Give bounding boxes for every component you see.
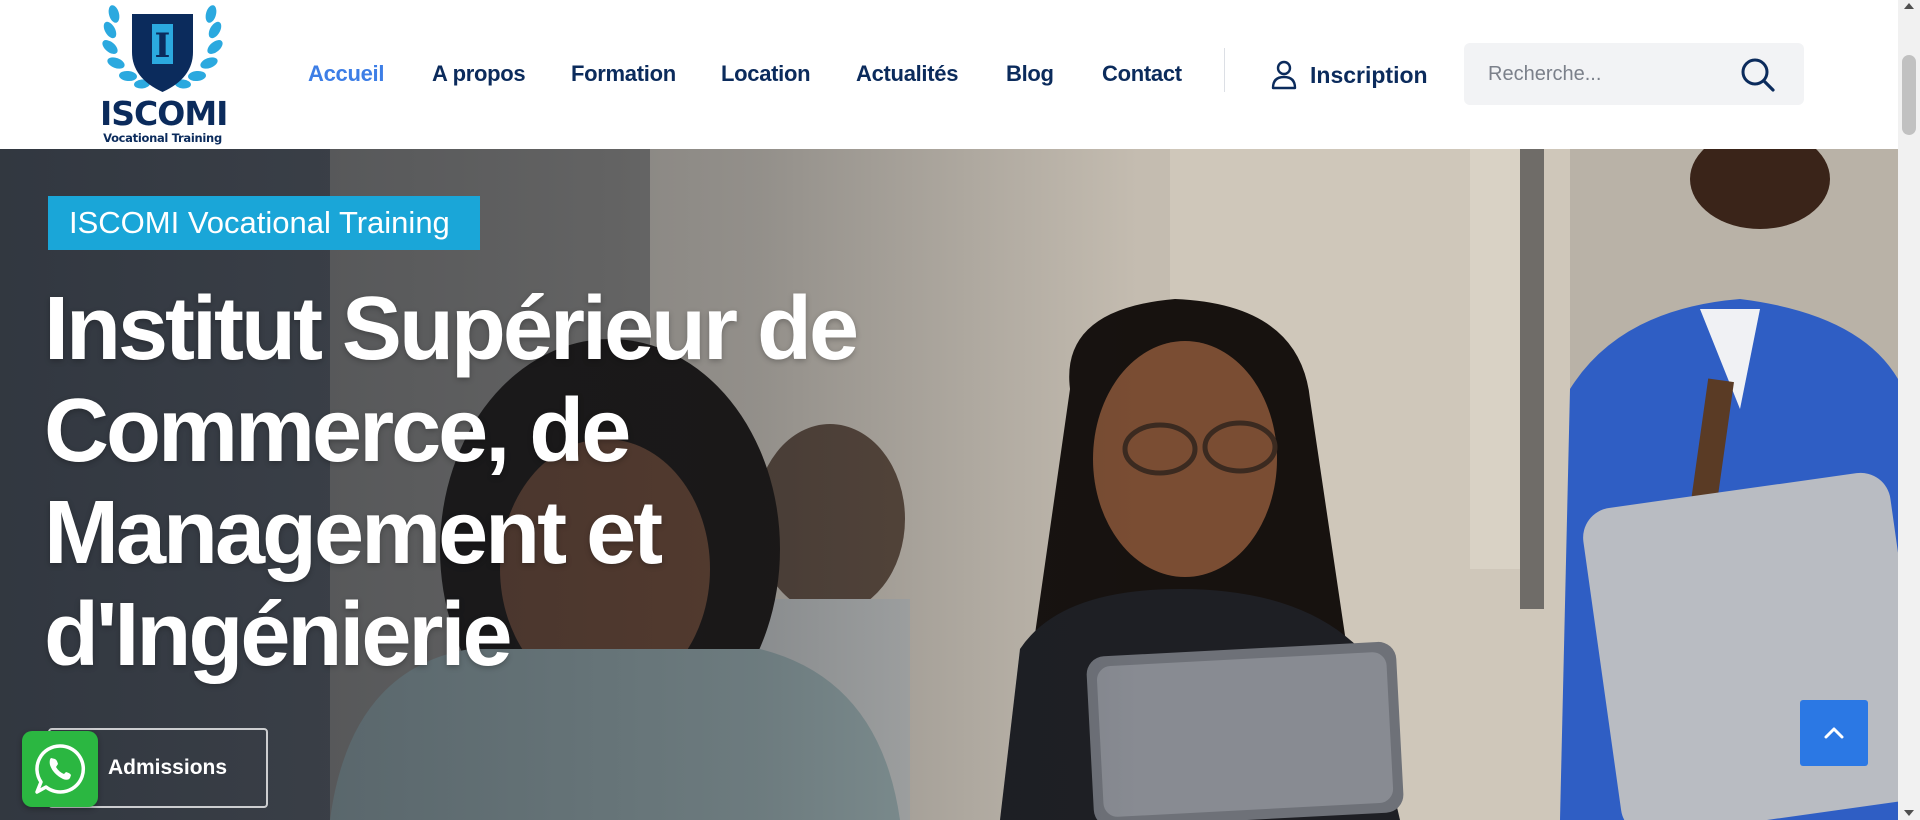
hero-title-line: Institut Supérieur de	[44, 279, 859, 379]
nav-item-location[interactable]: Location	[721, 58, 811, 90]
scrollbar-thumb[interactable]	[1902, 55, 1916, 135]
whatsapp-icon	[35, 744, 85, 794]
scroll-to-top-button[interactable]	[1800, 700, 1868, 766]
hero-section: ISCOMI Vocational Training Institut Supé…	[0, 149, 1898, 820]
laurel-shield-emblem: I	[102, 5, 223, 92]
admissions-label: Admissions	[108, 756, 228, 779]
user-icon	[1271, 60, 1297, 90]
scroll-up-arrow[interactable]	[1904, 3, 1914, 9]
scroll-down-arrow[interactable]	[1904, 810, 1914, 816]
signup-label: Inscription	[1310, 61, 1428, 88]
nav-item-contact[interactable]: Contact	[1102, 58, 1182, 90]
nav-item-actualites[interactable]: Actualités	[856, 58, 958, 90]
hero-badge: ISCOMI Vocational Training	[48, 196, 480, 250]
nav-item-a-propos[interactable]: A propos	[432, 58, 526, 90]
signup-link[interactable]: Inscription	[1270, 58, 1428, 92]
whatsapp-button[interactable]	[22, 731, 98, 807]
chevron-up-icon	[1824, 727, 1844, 739]
search-button[interactable]	[1738, 55, 1778, 95]
site-logo[interactable]: I ISCOMI Vocational Training	[100, 0, 228, 149]
logo-wordmark: ISCOMI	[100, 94, 228, 133]
hero-badge-text: ISCOMI Vocational Training	[69, 205, 450, 240]
search-input[interactable]	[1488, 53, 1728, 95]
logo-tagline: Vocational Training	[103, 131, 222, 145]
hero-title-line: Commerce, de	[44, 381, 631, 481]
hero-title-line: d'Ingénierie	[44, 585, 513, 685]
nav-divider	[1224, 48, 1225, 92]
svg-text:I: I	[155, 26, 171, 66]
hero-title-line: Management et	[44, 483, 663, 583]
search-box	[1464, 43, 1804, 105]
nav-item-formation[interactable]: Formation	[571, 58, 676, 90]
page-scrollbar[interactable]	[1898, 0, 1920, 820]
nav-item-blog[interactable]: Blog	[1006, 58, 1054, 90]
nav-item-accueil[interactable]: Accueil	[308, 58, 384, 90]
search-icon	[1741, 58, 1775, 92]
site-header: I ISCOMI Vocational Training Accueil A p…	[0, 0, 1898, 149]
hero-title: Institut Supérieur de Commerce, de Manag…	[44, 278, 944, 686]
